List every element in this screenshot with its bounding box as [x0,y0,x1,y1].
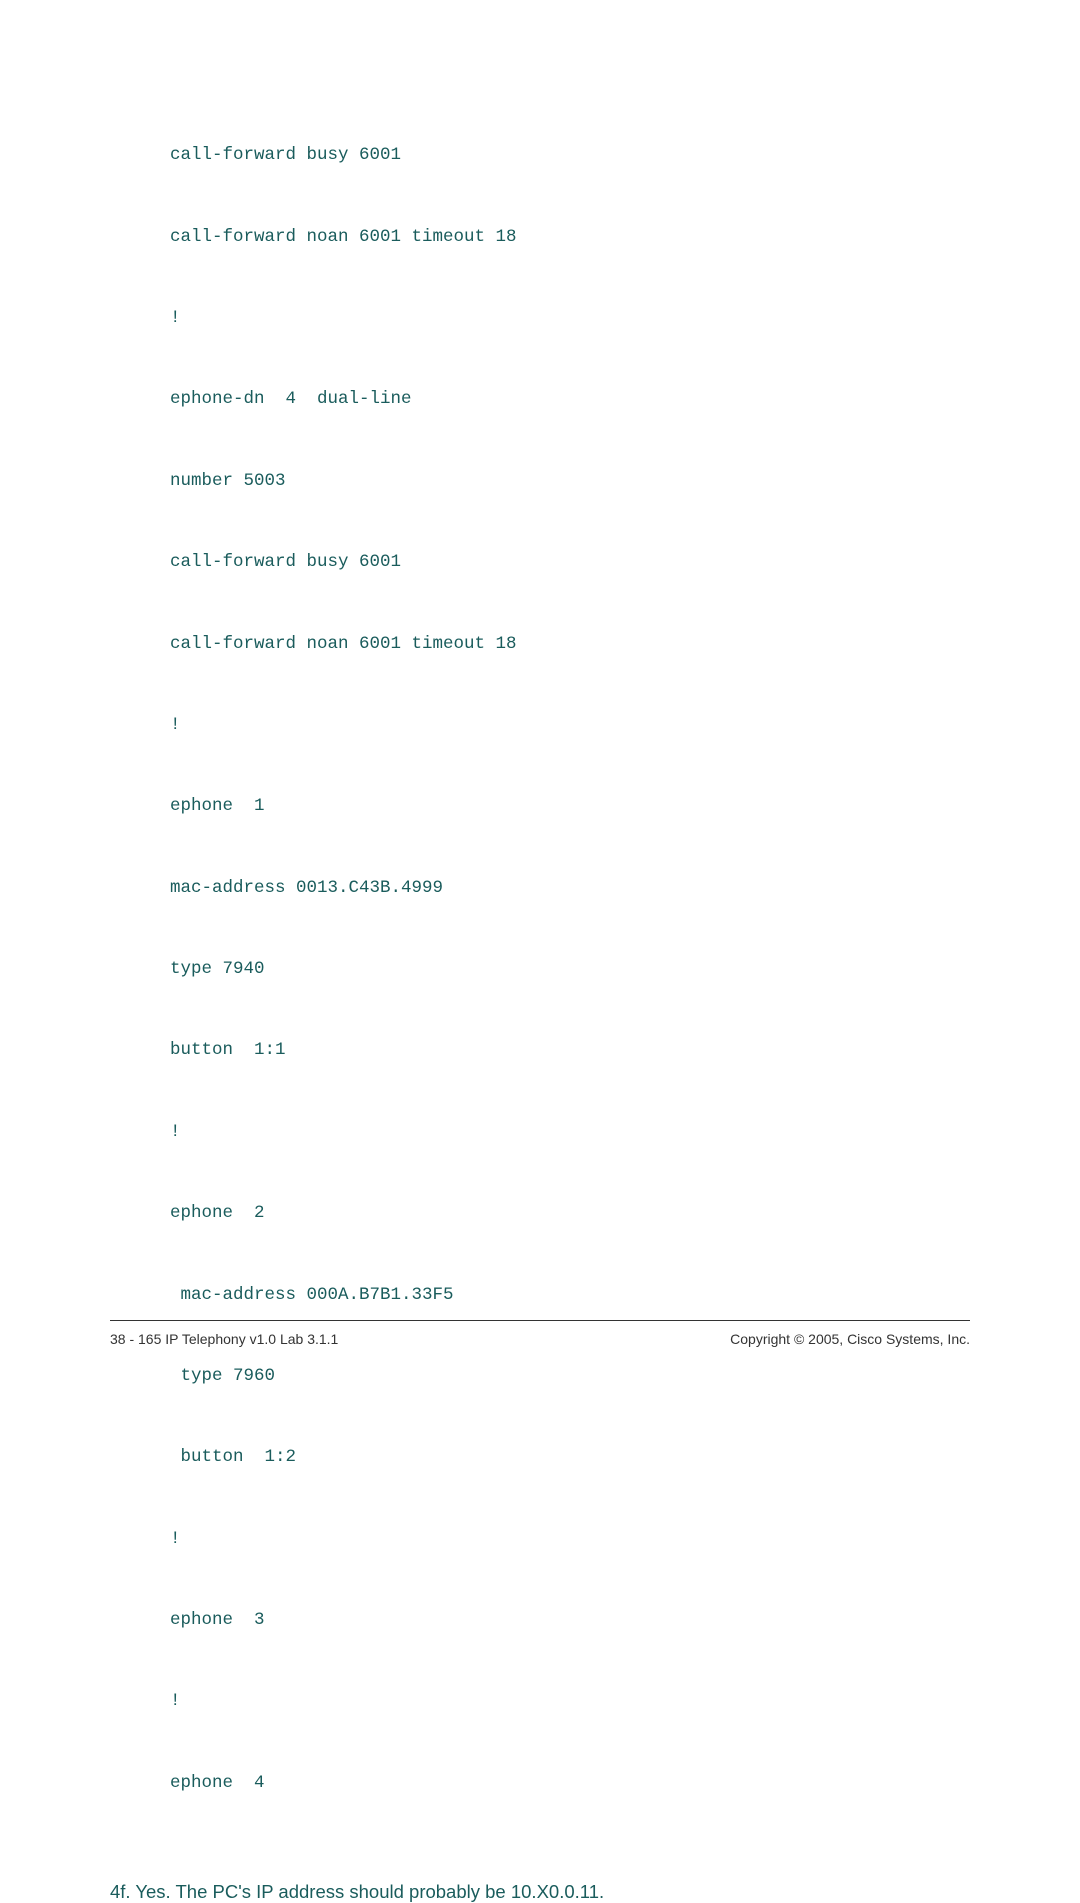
page-footer: 38 - 165 IP Telephony v1.0 Lab 3.1.1 Cop… [110,1320,970,1347]
config-line: ephone 1 [170,793,970,820]
config-line: ephone 3 [170,1607,970,1634]
config-line: call-forward busy 6001 [170,142,970,169]
config-block: call-forward busy 6001 call-forward noan… [110,88,970,1851]
config-line: ephone 4 [170,1770,970,1797]
config-line: type 7940 [170,956,970,983]
config-line: ! [170,305,970,332]
config-line: call-forward noan 6001 timeout 18 [170,224,970,251]
config-line: number 5003 [170,468,970,495]
config-line: call-forward noan 6001 timeout 18 [170,631,970,658]
footer-left: 38 - 165 IP Telephony v1.0 Lab 3.1.1 [110,1331,338,1347]
footer-content: 38 - 165 IP Telephony v1.0 Lab 3.1.1 Cop… [110,1331,970,1347]
footer-right: Copyright © 2005, Cisco Systems, Inc. [730,1331,970,1347]
answer-text: 4f. Yes. The PC's IP address should prob… [110,1881,970,1903]
config-line: ! [170,1688,970,1715]
config-line: ephone 2 [170,1200,970,1227]
config-line: button 1:2 [170,1444,970,1471]
page-content: call-forward busy 6001 call-forward noan… [0,0,1080,1903]
config-line: ephone-dn 4 dual-line [170,386,970,413]
config-line: button 1:1 [170,1037,970,1064]
config-line: ! [170,712,970,739]
config-line: ! [170,1119,970,1146]
config-line: type 7960 [170,1363,970,1390]
config-line: ! [170,1526,970,1553]
config-line: call-forward busy 6001 [170,549,970,576]
config-line: mac-address 0013.C43B.4999 [170,875,970,902]
footer-divider [110,1320,970,1321]
config-line: mac-address 000A.B7B1.33F5 [170,1282,970,1309]
